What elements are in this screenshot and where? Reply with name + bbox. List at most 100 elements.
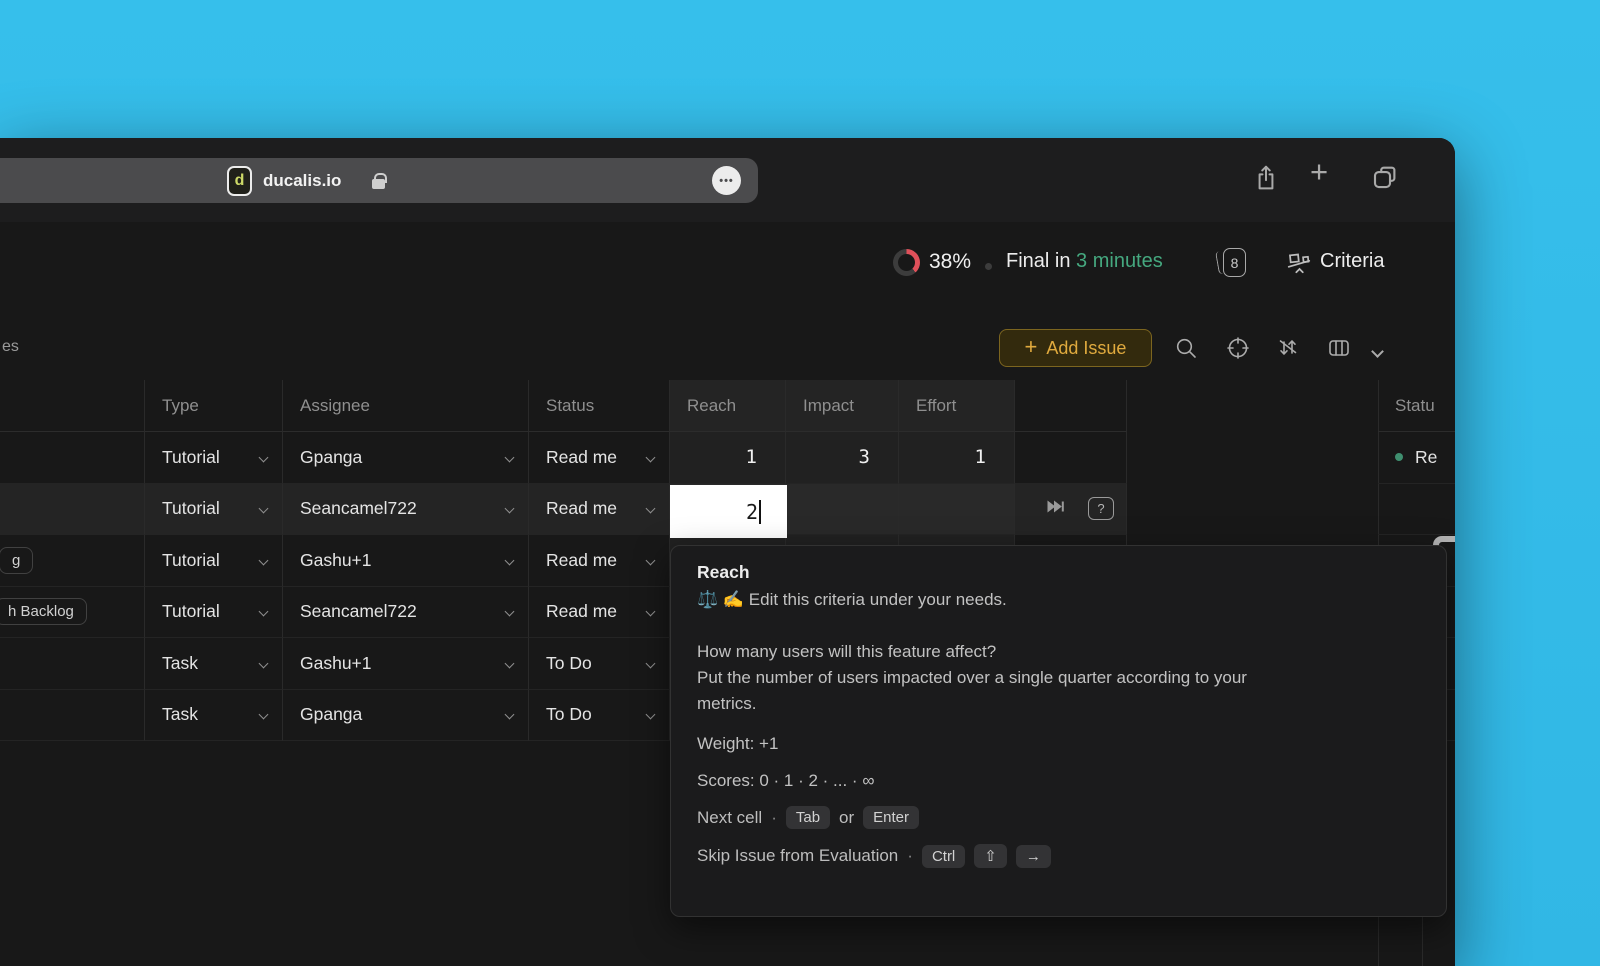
issue-title-cell[interactable] xyxy=(0,432,145,484)
help-icon[interactable]: ? xyxy=(1088,497,1114,520)
reach-edit-input[interactable]: 2 xyxy=(670,485,787,538)
lock-icon xyxy=(372,179,385,189)
focus-target-icon[interactable] xyxy=(1226,336,1250,365)
actions-cell: ? xyxy=(1015,484,1127,536)
tooltip-edit-line: ⚖️ ✍️ Edit this criteria under your need… xyxy=(697,590,1420,610)
tooltip-question: How many users will this feature affect? xyxy=(697,639,1420,665)
impact-score-cell[interactable] xyxy=(786,484,899,536)
actions-column-header xyxy=(1015,380,1127,432)
spacer-header xyxy=(1127,380,1378,432)
chevron-down-icon xyxy=(505,658,515,668)
type-cell[interactable]: Tutorial xyxy=(145,535,283,587)
chevron-down-icon xyxy=(505,555,515,565)
sort-disabled-icon[interactable] xyxy=(1276,336,1300,365)
issue-title-cell[interactable] xyxy=(0,484,145,536)
separator-dot xyxy=(985,263,992,270)
status-cell[interactable]: To Do xyxy=(529,638,670,690)
column-header-assignee[interactable]: Assignee xyxy=(283,380,529,432)
spacer-cell xyxy=(1127,432,1378,484)
type-cell[interactable]: Tutorial xyxy=(145,432,283,484)
columns-view-icon[interactable] xyxy=(1327,336,1351,365)
assignee-cell[interactable]: Seancamel722 xyxy=(283,587,529,639)
column-header-effort[interactable]: Effort xyxy=(899,380,1015,432)
chevron-down-icon xyxy=(259,555,269,565)
status-bullet xyxy=(1395,453,1403,461)
type-cell[interactable]: Tutorial xyxy=(145,484,283,536)
title-column-header xyxy=(0,380,145,432)
text-caret xyxy=(759,500,761,524)
chevron-down-icon xyxy=(259,504,269,514)
tooltip-next-cell-hint: Next cell · Tab or Enter xyxy=(697,806,1420,829)
key-arrow-right: → xyxy=(1016,845,1051,868)
final-label: Final in xyxy=(1006,250,1076,272)
browser-chrome: d ducalis.io ••• + xyxy=(0,138,1455,222)
plus-icon: + xyxy=(1025,334,1038,360)
final-time: 3 minutes xyxy=(1076,250,1163,272)
next-cell-label: Next cell xyxy=(697,808,762,828)
tooltip-title: Reach xyxy=(697,562,1420,583)
chevron-down-icon xyxy=(646,555,656,565)
chevron-down-icon xyxy=(646,607,656,617)
chevron-down-icon xyxy=(259,607,269,617)
add-issue-label: Add Issue xyxy=(1046,338,1126,359)
skip-issue-icon[interactable] xyxy=(1046,497,1066,521)
status-cell[interactable]: Read me xyxy=(529,484,670,536)
reach-criteria-tooltip: Reach ⚖️ ✍️ Edit this criteria under you… xyxy=(670,545,1447,917)
effort-score-cell[interactable]: 1 xyxy=(899,432,1015,484)
actions-cell xyxy=(1015,432,1127,484)
chevron-down-icon xyxy=(259,710,269,720)
type-cell[interactable]: Task xyxy=(145,638,283,690)
key-tab: Tab xyxy=(786,806,830,829)
column-header-status[interactable]: Status xyxy=(529,380,670,432)
add-issue-button[interactable]: + Add Issue xyxy=(999,329,1152,367)
evaluation-progress-ring xyxy=(893,249,920,276)
page-options-button[interactable]: ••• xyxy=(712,166,741,195)
chevron-down-icon xyxy=(505,710,515,720)
status-cell[interactable]: Read me xyxy=(529,432,670,484)
or-label: or xyxy=(839,808,854,828)
progress-percent: 38% xyxy=(929,250,971,274)
view-chevron-icon[interactable] xyxy=(1373,343,1382,361)
tooltip-weight: Weight: +1 xyxy=(697,734,1420,754)
assignee-cell[interactable]: Gashu+1 xyxy=(283,535,529,587)
search-icon[interactable] xyxy=(1174,336,1198,365)
reach-score-cell[interactable]: 1 xyxy=(670,432,786,484)
url-text: ducalis.io xyxy=(263,171,341,191)
skip-label: Skip Issue from Evaluation xyxy=(697,846,898,866)
key-shift: ⇧ xyxy=(974,844,1007,868)
tooltip-scores: Scores: 0 · 1 · 2 · ... · ∞ xyxy=(697,771,1420,791)
issue-title-cell[interactable]: h Backlog xyxy=(0,587,145,639)
type-cell[interactable]: Task xyxy=(145,690,283,742)
effort-score-cell[interactable] xyxy=(899,484,1015,536)
tooltip-skip-hint: Skip Issue from Evaluation · Ctrl ⇧ → xyxy=(697,844,1420,868)
key-ctrl: Ctrl xyxy=(922,845,965,868)
new-tab-icon[interactable]: + xyxy=(1310,155,1328,189)
tab-overview-icon[interactable] xyxy=(1370,162,1400,197)
column-header-impact[interactable]: Impact xyxy=(786,380,899,432)
final-eta: Final in 3 minutes xyxy=(1006,250,1163,273)
share-icon[interactable] xyxy=(1252,162,1280,201)
column-header-reach[interactable]: Reach xyxy=(670,380,786,432)
chevron-down-icon xyxy=(505,452,515,462)
address-bar[interactable]: d ducalis.io ••• xyxy=(0,158,758,203)
panel-cell xyxy=(1378,484,1455,536)
status-cell[interactable]: Read me xyxy=(529,535,670,587)
column-header-type[interactable]: Type xyxy=(145,380,283,432)
issue-title-cell[interactable] xyxy=(0,690,145,742)
status-cell[interactable]: Read me xyxy=(529,587,670,639)
key-enter: Enter xyxy=(863,806,919,829)
issue-title-cell[interactable] xyxy=(0,638,145,690)
assignee-cell[interactable]: Gashu+1 xyxy=(283,638,529,690)
assignee-cell[interactable]: Gpanga xyxy=(283,690,529,742)
site-favicon: d xyxy=(227,166,252,196)
assignee-cell[interactable]: Gpanga xyxy=(283,432,529,484)
assignee-cell[interactable]: Seancamel722 xyxy=(283,484,529,536)
status-cell[interactable]: To Do xyxy=(529,690,670,742)
type-cell[interactable]: Tutorial xyxy=(145,587,283,639)
impact-score-cell[interactable]: 3 xyxy=(786,432,899,484)
issue-title-cell[interactable]: g xyxy=(0,535,145,587)
tooltip-detail-line1: Put the number of users impacted over a … xyxy=(697,665,1420,691)
criteria-button[interactable]: Criteria xyxy=(1320,250,1384,273)
criteria-scale-icon xyxy=(1286,250,1312,281)
card-stack-count-icon[interactable]: 8 xyxy=(1223,248,1246,277)
